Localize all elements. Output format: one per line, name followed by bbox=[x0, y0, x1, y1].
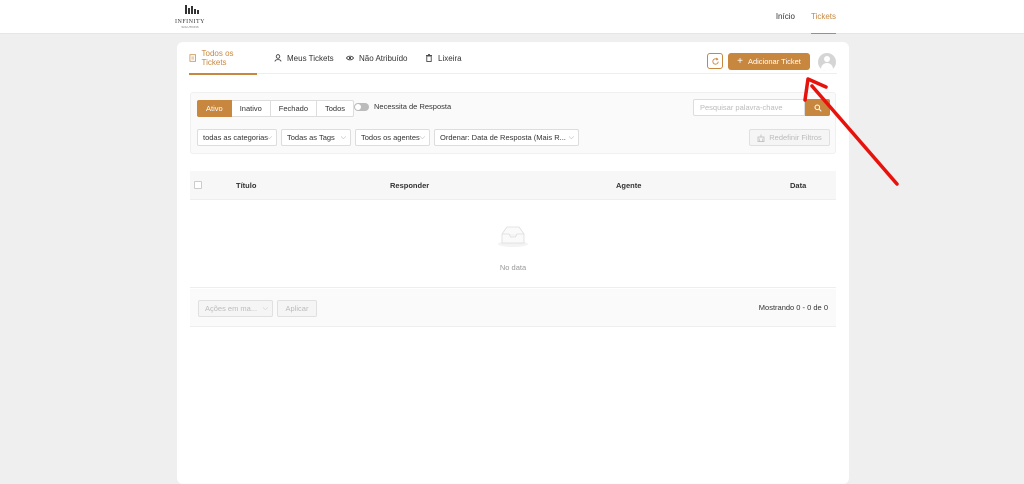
logo-subtext: SOLUTIONS bbox=[181, 25, 199, 29]
tags-value: Todas as Tags bbox=[287, 133, 335, 142]
table-header: Título Responder Agente Data bbox=[190, 171, 836, 200]
nav-inicio[interactable]: Início bbox=[768, 0, 803, 34]
bulk-actions-value: Ações em ma... bbox=[205, 304, 258, 313]
status-all[interactable]: Todos bbox=[316, 100, 354, 117]
tab-all-tickets[interactable]: Todos os Tickets bbox=[189, 42, 257, 75]
logo-mark bbox=[185, 5, 199, 14]
search-input[interactable] bbox=[693, 99, 805, 116]
add-ticket-label: Adicionar Ticket bbox=[747, 57, 801, 66]
category-select[interactable]: todas as categorias ⌵ bbox=[197, 129, 277, 146]
filter-panel: Ativo Inativo Fechado Todos Necessita de… bbox=[190, 92, 836, 154]
add-ticket-button[interactable]: + Adicionar Ticket bbox=[728, 53, 810, 70]
tickets-table: Título Responder Agente Data No data bbox=[190, 171, 836, 288]
empty-text: No data bbox=[499, 263, 527, 272]
chevron-down-icon: ⌵ bbox=[419, 134, 425, 141]
eye-icon bbox=[346, 55, 354, 61]
column-date[interactable]: Data bbox=[790, 171, 806, 200]
empty-state: No data bbox=[190, 200, 836, 288]
category-value: todas as categorias bbox=[203, 133, 269, 142]
chevron-down-icon: ⌵ bbox=[340, 134, 346, 141]
top-bar: INFINITY SOLUTIONS Início Tickets bbox=[0, 0, 1024, 34]
tab-label: Meus Tickets bbox=[287, 53, 334, 63]
plus-icon: + bbox=[737, 55, 743, 67]
tab-label: Todos os Tickets bbox=[201, 49, 234, 67]
needs-response-label: Necessita de Resposta bbox=[374, 102, 452, 111]
chevron-down-icon: ⌵ bbox=[262, 305, 268, 312]
order-select[interactable]: Ordenar: Data de Resposta (Mais R... ⌵ bbox=[434, 129, 579, 146]
tab-label: Lixeira bbox=[438, 53, 462, 63]
tab-unassigned[interactable]: Não Atribuído bbox=[346, 42, 407, 74]
column-title[interactable]: Título bbox=[236, 171, 256, 200]
avatar[interactable] bbox=[818, 53, 836, 71]
select-all-checkbox[interactable] bbox=[194, 181, 202, 189]
chevron-down-icon: ⌵ bbox=[568, 134, 574, 141]
pagination-count: Mostrando 0 - 0 de 0 bbox=[758, 303, 828, 312]
agents-select[interactable]: Todos os agentes ⌵ bbox=[355, 129, 430, 146]
needs-response-filter: Necessita de Resposta bbox=[354, 102, 451, 111]
tickets-card: Todos os Tickets Meus Tickets Não Atribu… bbox=[177, 42, 849, 484]
user-icon bbox=[274, 54, 282, 62]
tab-trash[interactable]: Lixeira bbox=[425, 42, 462, 74]
agents-value: Todos os agentes bbox=[361, 133, 420, 142]
top-nav: Início Tickets bbox=[768, 0, 844, 34]
tags-select[interactable]: Todas as Tags ⌵ bbox=[281, 129, 351, 146]
refresh-icon bbox=[711, 57, 719, 65]
trash-icon bbox=[426, 54, 432, 62]
broom-icon bbox=[757, 134, 765, 142]
bulk-actions-select[interactable]: Ações em ma... ⌵ bbox=[198, 300, 273, 317]
search-icon bbox=[814, 104, 822, 112]
status-filter: Ativo Inativo Fechado Todos bbox=[197, 100, 354, 117]
chevron-down-icon: ⌵ bbox=[266, 134, 272, 141]
status-active[interactable]: Ativo bbox=[197, 100, 232, 117]
reset-filters-button[interactable]: Redefinir Filtros bbox=[749, 129, 830, 146]
apply-button[interactable]: Aplicar bbox=[277, 300, 317, 317]
nav-tickets[interactable]: Tickets bbox=[803, 0, 844, 34]
order-value: Ordenar: Data de Resposta (Mais R... bbox=[440, 133, 566, 142]
needs-response-toggle[interactable] bbox=[354, 102, 369, 111]
tab-my-tickets[interactable]: Meus Tickets bbox=[274, 42, 334, 74]
ticket-icon bbox=[189, 54, 196, 62]
refresh-button[interactable] bbox=[707, 53, 723, 69]
empty-inbox-icon bbox=[498, 226, 528, 247]
tab-label: Não Atribuído bbox=[359, 53, 408, 63]
logo[interactable]: INFINITY SOLUTIONS bbox=[172, 5, 208, 29]
search-button[interactable] bbox=[805, 99, 830, 116]
reset-filters-label: Redefinir Filtros bbox=[769, 133, 822, 142]
bulk-actions-bar: Ações em ma... ⌵ Aplicar Mostrando 0 - 0 … bbox=[190, 289, 836, 327]
column-reply[interactable]: Responder bbox=[390, 171, 429, 200]
status-closed[interactable]: Fechado bbox=[270, 100, 317, 117]
column-agent[interactable]: Agente bbox=[616, 171, 641, 200]
status-inactive[interactable]: Inativo bbox=[231, 100, 271, 117]
